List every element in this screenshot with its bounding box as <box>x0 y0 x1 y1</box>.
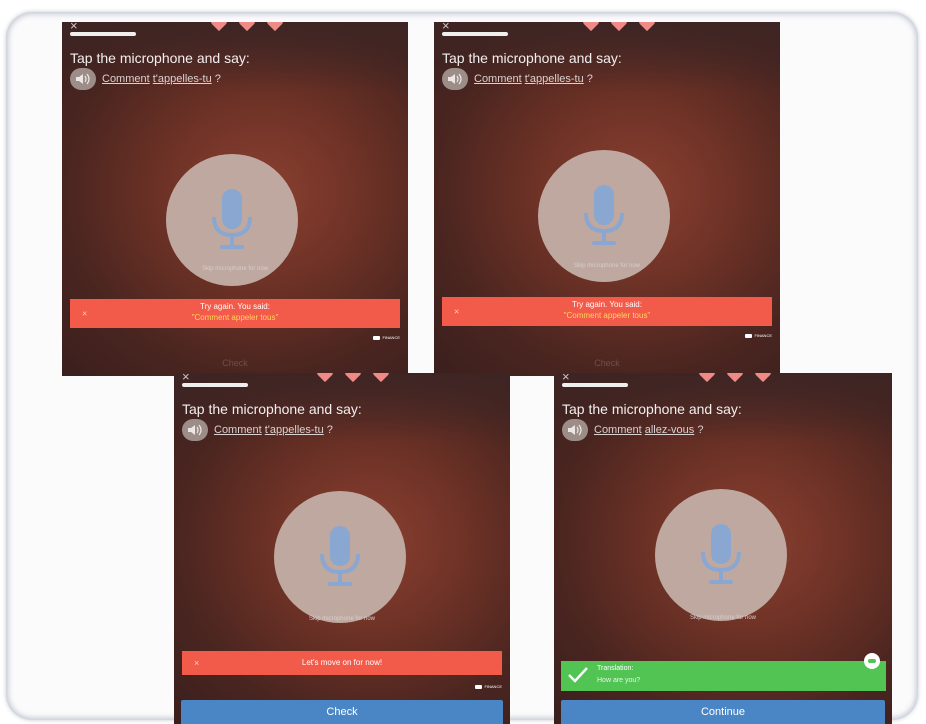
target-phrase: Comment allez-vous ? <box>594 424 703 436</box>
feedback-banner: × Let's move on for now! <box>182 651 502 675</box>
close-icon[interactable]: × <box>194 651 199 675</box>
microphone-button[interactable] <box>655 489 787 621</box>
lives-hearts <box>210 22 284 32</box>
speaker-icon[interactable] <box>70 68 96 90</box>
microphone-icon <box>320 526 360 586</box>
heart-icon <box>582 22 600 32</box>
phrase-word[interactable]: t'appelles-tu <box>525 73 584 85</box>
phrase-word[interactable]: allez-vous <box>645 424 695 436</box>
heart-icon <box>372 373 390 383</box>
microphone-icon <box>212 189 252 249</box>
heart-icon <box>610 22 628 32</box>
translation-banner: Translation: How are you? <box>561 653 886 691</box>
feedback-banner: × Try again. You said: "Comment appeler … <box>70 299 400 328</box>
skip-microphone-link[interactable]: Skip microphone for now <box>62 266 408 272</box>
prompt-text: Tap the microphone and say: <box>442 50 622 66</box>
phrase-word[interactable]: t'appelles-tu <box>265 424 324 436</box>
heart-icon <box>238 22 256 32</box>
translation-label: Translation: <box>597 665 634 672</box>
continue-button[interactable]: Continue <box>561 700 885 724</box>
lives-hearts <box>582 22 656 32</box>
discussion-icon[interactable] <box>864 653 880 669</box>
progress-bar <box>442 32 508 36</box>
prompt-text: Tap the microphone and say: <box>182 401 362 417</box>
phrase-word[interactable]: Comment <box>594 424 642 436</box>
feedback-heard: "Comment appeler tous" <box>563 311 651 320</box>
heart-icon <box>638 22 656 32</box>
heart-icon <box>266 22 284 32</box>
brand-logo: FINANCE <box>745 333 772 338</box>
check-icon <box>568 667 588 683</box>
target-phrase: Comment t'appelles-tu ? <box>474 73 593 85</box>
check-button[interactable]: Check <box>62 358 408 368</box>
phone-screen-2: × Tap the microphone and say: Comment t'… <box>434 22 780 376</box>
phrase-word[interactable]: Comment <box>474 73 522 85</box>
feedback-title: Let's move on for now! <box>301 658 383 667</box>
feedback-heard: "Comment appeler tous" <box>191 313 279 322</box>
check-button[interactable]: Check <box>434 358 780 368</box>
progress-bar <box>182 383 248 387</box>
progress-bar <box>562 383 628 387</box>
phone-screen-1: × Tap the microphone and say: Comment t'… <box>62 22 408 376</box>
feedback-banner: × Try again. You said: "Comment appeler … <box>442 297 772 326</box>
phone-screen-3: × Tap the microphone and say: Comment t'… <box>174 373 510 724</box>
lives-hearts <box>316 373 390 383</box>
speaker-icon[interactable] <box>182 419 208 441</box>
microphone-button[interactable] <box>274 491 406 623</box>
phrase-punctuation: ? <box>586 73 593 85</box>
phrase-row: Comment t'appelles-tu ? <box>182 419 333 441</box>
heart-icon <box>726 373 744 383</box>
translation-text: How are you? <box>597 677 641 684</box>
heart-icon <box>754 373 772 383</box>
skip-microphone-link[interactable]: Skip microphone for now <box>554 615 892 621</box>
check-button[interactable]: Check <box>181 700 503 724</box>
target-phrase: Comment t'appelles-tu ? <box>102 73 221 85</box>
heart-icon <box>344 373 362 383</box>
close-icon[interactable]: × <box>82 308 87 319</box>
skip-microphone-link[interactable]: Skip microphone for now <box>174 616 510 622</box>
microphone-icon <box>701 524 741 584</box>
microphone-icon <box>584 185 624 245</box>
phrase-row: Comment t'appelles-tu ? <box>70 68 221 90</box>
prompt-text: Tap the microphone and say: <box>562 401 742 417</box>
lives-hearts <box>698 373 772 383</box>
target-phrase: Comment t'appelles-tu ? <box>214 424 333 436</box>
feedback-title: Try again. You said: <box>200 302 270 311</box>
skip-microphone-link[interactable]: Skip microphone for now <box>434 263 780 269</box>
brand-logo: FINANCE <box>475 684 502 689</box>
heart-icon <box>210 22 228 32</box>
feedback-title: Try again. You said: <box>572 300 642 309</box>
brand-logo: FINANCE <box>373 335 400 340</box>
heart-icon <box>698 373 716 383</box>
speaker-icon[interactable] <box>442 68 468 90</box>
phrase-punctuation: ? <box>214 73 221 85</box>
phrase-row: Comment allez-vous ? <box>562 419 703 441</box>
heart-icon <box>316 373 334 383</box>
phrase-row: Comment t'appelles-tu ? <box>442 68 593 90</box>
phrase-word[interactable]: t'appelles-tu <box>153 73 212 85</box>
phone-screen-4: × Tap the microphone and say: Comment al… <box>554 373 892 724</box>
phrase-word[interactable]: Comment <box>214 424 262 436</box>
phrase-punctuation: ? <box>326 424 333 436</box>
prompt-text: Tap the microphone and say: <box>70 50 250 66</box>
speaker-icon[interactable] <box>562 419 588 441</box>
phrase-word[interactable]: Comment <box>102 73 150 85</box>
phrase-punctuation: ? <box>697 424 704 436</box>
close-icon[interactable]: × <box>454 306 459 317</box>
progress-bar <box>70 32 136 36</box>
